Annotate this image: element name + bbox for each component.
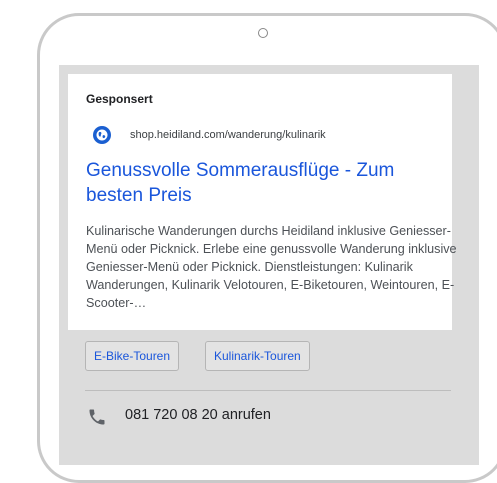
divider	[85, 390, 451, 391]
sponsored-label: Gesponsert	[86, 92, 153, 106]
phone-camera	[258, 28, 268, 38]
globe-icon	[93, 126, 111, 144]
call-label: 081 720 08 20 anrufen	[125, 407, 271, 423]
sitelink-kulinarik-touren[interactable]: Kulinarik-Touren	[205, 341, 310, 371]
ad-card: Gesponsert shop.heidiland.com/wanderung/…	[68, 74, 457, 330]
display-url[interactable]: shop.heidiland.com/wanderung/kulinarik	[130, 129, 326, 141]
sitelink-e-bike-touren[interactable]: E-Bike-Touren	[85, 341, 180, 371]
phone-icon	[87, 407, 107, 432]
phone-screen: Gesponsert shop.heidiland.com/wanderung/…	[59, 65, 479, 465]
ad-headline-link[interactable]: Genussvolle Sommerausflüge - Zum besten …	[86, 158, 456, 208]
ad-description: Kulinarische Wanderungen durchs Heidilan…	[86, 224, 457, 310]
